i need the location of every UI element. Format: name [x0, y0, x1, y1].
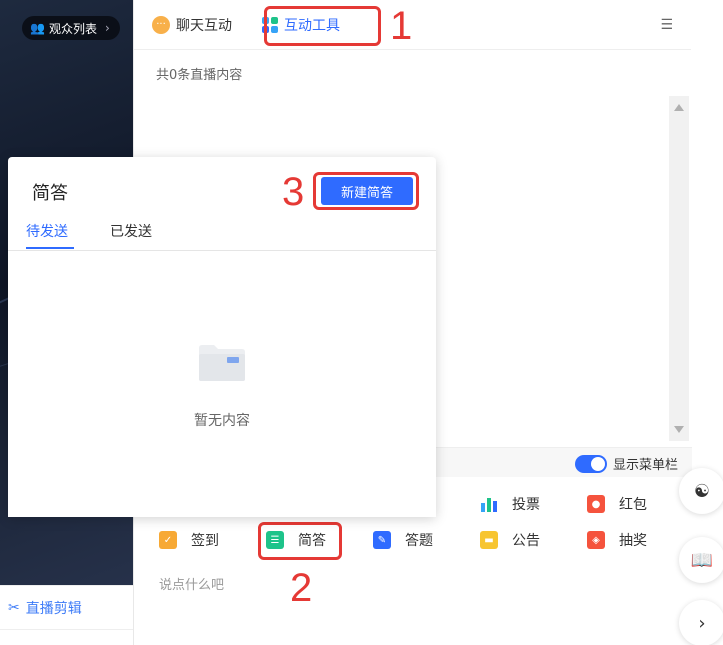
tool-checkin[interactable]: ✓ 签到	[159, 530, 219, 550]
chat-input[interactable]: 说点什么吧	[159, 574, 224, 593]
annotation-3: 3	[282, 170, 305, 214]
tool-lottery[interactable]: ◈ 抽奖	[587, 530, 647, 550]
tool-vote-label: 投票	[512, 497, 540, 513]
scissors-icon: ✂	[8, 599, 20, 616]
show-menu-label: 显示菜单栏	[612, 458, 678, 473]
chevron-right-icon: ›	[104, 21, 110, 35]
tool-notice[interactable]: ▬ 公告	[480, 530, 540, 550]
empty-state-text: 暂无内容	[194, 413, 250, 429]
book-icon: 📖	[690, 549, 714, 571]
tool-notice-label: 公告	[512, 533, 540, 549]
lottery-icon: ◈	[587, 531, 605, 549]
scroll-up-icon[interactable]	[674, 104, 684, 111]
checkin-icon: ✓	[159, 531, 177, 549]
guide-book-button[interactable]: 📖	[679, 537, 723, 583]
tab-chat-label: 聊天互动	[176, 17, 232, 34]
tab-pending[interactable]: 待发送	[26, 221, 68, 241]
scrollbar[interactable]	[669, 96, 689, 441]
vote-icon	[480, 495, 498, 513]
audience-list-button[interactable]: 👥 观众列表 ›	[22, 16, 120, 40]
annotation-2: 2	[290, 566, 313, 610]
tool-lottery-label: 抽奖	[619, 533, 647, 549]
customer-service-button[interactable]: ☯	[679, 468, 723, 514]
chevron-right-icon: ›	[698, 612, 706, 634]
live-clip-link[interactable]: ✂ 直播剪辑	[0, 585, 133, 630]
chat-bubble-icon: ···	[152, 15, 170, 34]
empty-folder-icon	[198, 342, 246, 382]
tool-vote[interactable]: 投票	[480, 494, 540, 514]
quiz-icon: ✎	[373, 531, 391, 549]
tab-chat[interactable]: ··· 聊天互动	[152, 15, 232, 35]
annotation-1: 1	[390, 4, 413, 48]
show-menu-toggle-group[interactable]: 显示菜单栏	[574, 454, 678, 473]
popup-title: 简答	[32, 183, 68, 204]
expand-button[interactable]: ›	[679, 600, 723, 645]
tool-quiz[interactable]: ✎ 答题	[373, 530, 433, 550]
live-clip-label: 直播剪辑	[25, 600, 82, 617]
tool-quiz-label: 答题	[405, 533, 433, 549]
scroll-down-icon[interactable]	[674, 426, 684, 433]
show-menu-toggle[interactable]	[574, 454, 607, 473]
popup-body	[8, 251, 436, 517]
tab-sent[interactable]: 已发送	[110, 221, 152, 241]
users-icon: 👥	[30, 21, 45, 35]
headset-icon: ☯	[693, 480, 711, 502]
audience-list-label: 观众列表	[48, 21, 97, 36]
redpacket-icon: ●	[587, 495, 605, 513]
brief-answer-popup: 简答 新建简答 待发送 已发送 暂无内容	[8, 157, 436, 517]
tool-checkin-label: 签到	[191, 533, 219, 549]
notice-icon: ▬	[480, 531, 498, 549]
live-content-count: 共0条直播内容	[156, 68, 243, 83]
active-tab-indicator	[26, 247, 74, 249]
highlight-box-brief-answer	[258, 522, 342, 560]
highlight-box-tools	[264, 6, 381, 46]
tab-bar: ··· 聊天互动 互动工具 ☰	[134, 0, 691, 50]
tool-redpacket[interactable]: ● 红包	[587, 494, 647, 514]
settings-list-icon[interactable]: ☰	[660, 17, 673, 33]
tool-redpacket-label: 红包	[619, 497, 647, 513]
highlight-box-new-button	[313, 172, 419, 210]
